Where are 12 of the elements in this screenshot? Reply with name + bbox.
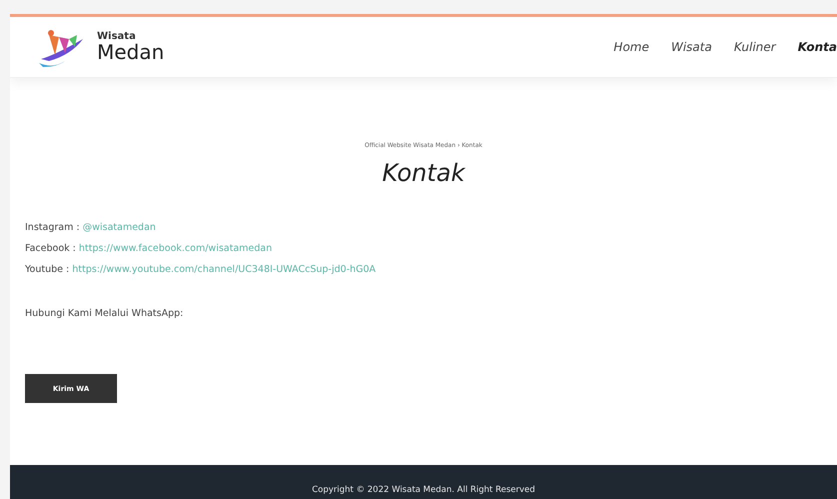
nav-link[interactable]: Kuliner bbox=[734, 40, 776, 54]
logo-title: Medan bbox=[97, 42, 164, 62]
footer: Copyright © 2022 Wisata Medan. All Right Reserved bbox=[10, 465, 837, 499]
contact-label: Youtube : bbox=[25, 264, 70, 275]
whatsapp-text: Hubungi Kami Melalui WhatsApp: bbox=[25, 308, 184, 319]
page-title: Kontak bbox=[381, 159, 466, 187]
contact-label: Instagram : bbox=[25, 222, 80, 233]
contact-label: Facebook : bbox=[25, 243, 76, 254]
nav-link[interactable]: Konta bbox=[798, 40, 837, 54]
nav-link[interactable]: Home bbox=[614, 40, 650, 54]
nav-link[interactable]: Wisata bbox=[671, 40, 712, 54]
logo-subtitle: Wisata bbox=[97, 32, 137, 42]
